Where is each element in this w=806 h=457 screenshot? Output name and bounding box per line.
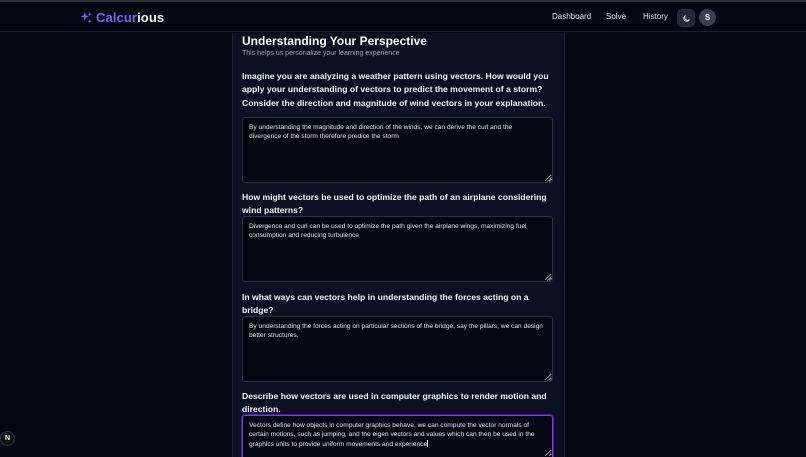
question-3: In what ways can vectors help in underst…	[242, 292, 529, 316]
text-cursor	[427, 439, 429, 447]
page-subtitle: This helps us personalize your learning …	[242, 50, 400, 57]
resize-handle-icon[interactable]	[547, 276, 552, 281]
page-title: Understanding Your Perspective	[242, 34, 427, 48]
brand-name: Calcurious	[96, 10, 165, 25]
theme-toggle-button[interactable]	[677, 9, 695, 27]
answer-textarea-4[interactable]: Vectors define how objects in computer g…	[242, 415, 553, 457]
answer-textarea-2[interactable]: Divergence and curl can be used to optim…	[242, 216, 553, 282]
question-4: Describe how vectors are used in compute…	[242, 391, 547, 415]
question-1: Imagine you are analyzing a weather patt…	[242, 71, 549, 108]
sparkles-icon	[80, 12, 92, 24]
navbar: Calcurious Dashboard Solve History S	[0, 2, 806, 32]
moon-icon	[682, 14, 690, 22]
answer-textarea-1[interactable]: By understanding the magnitude and direc…	[242, 117, 553, 183]
question-2: How might vectors be used to optimize th…	[242, 192, 547, 216]
answer-textarea-3[interactable]: By understanding the forces acting on pa…	[242, 316, 553, 382]
nav-solve[interactable]: Solve	[606, 12, 626, 21]
nav-history[interactable]: History	[643, 12, 668, 21]
user-avatar[interactable]: S	[699, 9, 716, 26]
dev-tools-badge[interactable]: N	[0, 431, 15, 446]
resize-handle-icon[interactable]	[547, 177, 552, 182]
resize-handle-icon[interactable]	[547, 376, 552, 381]
nav-dashboard[interactable]: Dashboard	[552, 12, 591, 21]
brand-logo[interactable]: Calcurious	[80, 10, 164, 25]
